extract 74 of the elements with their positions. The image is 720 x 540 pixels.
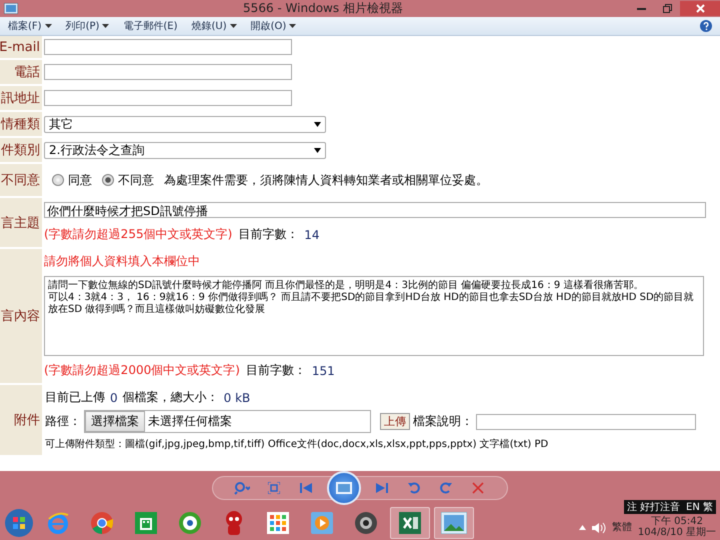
upload-status: 目前已上傳 <box>45 389 105 406</box>
path-label: 路徑： <box>45 413 81 430</box>
file-types-note: 可上傳附件類型：圖檔(gif,jpg,jpeg,bmp,tif,tiff) Office文件(doc,docx,xls,xlsx,ppt,pps,pptx) 文字檔(txt) PD <box>45 438 550 451</box>
start-button[interactable] <box>4 508 34 538</box>
radio-button[interactable] <box>102 174 114 186</box>
ring-app-icon <box>179 512 201 534</box>
photo-viewer-icon <box>441 512 467 534</box>
limit-note: (字數請勿超過255個中文或英文字) <box>44 226 232 243</box>
dropdown-field[interactable]: 2.行政法令之查詢 <box>44 142 326 158</box>
menu-item[interactable]: 燒錄(U) <box>192 19 237 33</box>
count-label: 目前字數： <box>246 362 306 379</box>
browser-icon <box>90 510 114 534</box>
tiles-icon <box>267 512 289 534</box>
menu-item[interactable]: 電子郵件(E) <box>123 19 178 33</box>
caret-icon <box>314 148 321 152</box>
no-file-text: 未選擇任何檔案 <box>148 413 232 430</box>
spreadsheet-icon <box>399 512 421 534</box>
store-icon <box>135 512 157 534</box>
count-value: 14 <box>304 228 320 242</box>
field-label: 件類別 <box>0 138 42 162</box>
input-language[interactable]: 繁體 <box>612 520 632 534</box>
menu-item[interactable]: 檔案(F) <box>8 19 52 33</box>
taskbar-app[interactable] <box>434 506 474 538</box>
taskbar-app[interactable] <box>390 506 430 538</box>
radio-label: 同意 <box>68 172 92 188</box>
slideshow-icon[interactable] <box>327 471 361 505</box>
close-button[interactable] <box>680 1 720 16</box>
minimize-icon <box>636 8 646 10</box>
description-label: 檔案說明： <box>413 413 473 430</box>
field-label: 言內容 <box>0 249 42 383</box>
text-field[interactable] <box>44 39 292 55</box>
file-field[interactable]: 選擇檔案 未選擇任何檔案 <box>84 410 371 433</box>
restore-icon <box>662 4 672 13</box>
window-title: 5566 - Windows 相片檢視器 <box>242 0 404 17</box>
ime-mode: 注 好打注音 <box>626 500 680 514</box>
subject-field[interactable]: 你們什麼時候才把SD訊號停播 <box>44 202 706 218</box>
speaker-icon[interactable] <box>592 522 606 534</box>
browser-icon <box>46 510 70 534</box>
field-label: E-mail <box>0 36 42 58</box>
description-field[interactable] <box>476 414 696 430</box>
app-icon <box>4 3 18 14</box>
choose-file-button[interactable]: 選擇檔案 <box>85 411 145 432</box>
menu-item[interactable]: 列印(P) <box>66 19 110 33</box>
menu-item[interactable]: 開啟(O) <box>250 19 296 33</box>
count-value: 151 <box>312 364 335 378</box>
warning-note: 請勿將個人資料填入本欄位中 <box>44 253 201 270</box>
upload-status: 個檔案，總大小： <box>122 389 219 406</box>
close-icon <box>696 4 704 13</box>
media-player-icon <box>311 512 333 534</box>
field-label: 情種類 <box>0 112 42 136</box>
field-label: 附件 <box>0 385 42 455</box>
field-label: 訊地址 <box>0 86 42 110</box>
ime-language: EN 繁 <box>686 500 713 514</box>
message-textarea[interactable]: 請問一下數位無線的SD訊號什麼時候才能停播阿 而且你們最怪的是，明明是4：3比例的節目 偏偏硬要拉長成16：9 這樣看很痛苦耶。 可以4：3就4：3， 16：9就16：9 你們做得到嗎？ 而且請不要把SD的節目拿到HD台放 HD的節目也拿去SD台放 HD的節目就放HD SD的節目就放在SD 做得到嗎？而且這樣做叫妨礙數位化發展 <box>44 276 704 356</box>
total-size: 0 kB <box>224 390 250 404</box>
file-count: 0 <box>110 390 118 404</box>
count-label: 目前字數： <box>238 226 298 243</box>
ime-bar[interactable]: 注 好打注音 EN 繁 <box>624 500 716 514</box>
show-hidden-icon[interactable] <box>578 524 586 530</box>
text-field[interactable] <box>44 64 292 80</box>
help-icon[interactable] <box>700 20 712 32</box>
field-label: 言主題 <box>0 198 42 247</box>
upload-button[interactable]: 上傳 <box>380 413 410 430</box>
webcam-icon <box>354 510 378 534</box>
field-label: 不同意 <box>0 164 42 196</box>
radio-button[interactable] <box>52 174 64 186</box>
radio-label: 不同意 <box>118 172 154 188</box>
text-field[interactable] <box>44 90 292 106</box>
limit-note: (字數請勿超過2000個中文或英文字) <box>44 362 240 379</box>
clock[interactable]: 下午 05:42 104/8/10 星期一 <box>638 516 716 540</box>
consent-note: 為處理案件需要，須將陳情人資料轉知業者或相關單位妥處。 <box>164 172 488 188</box>
caret-icon <box>314 122 321 126</box>
dropdown-field[interactable]: 其它 <box>44 116 326 132</box>
field-label: 電話 <box>0 60 42 84</box>
